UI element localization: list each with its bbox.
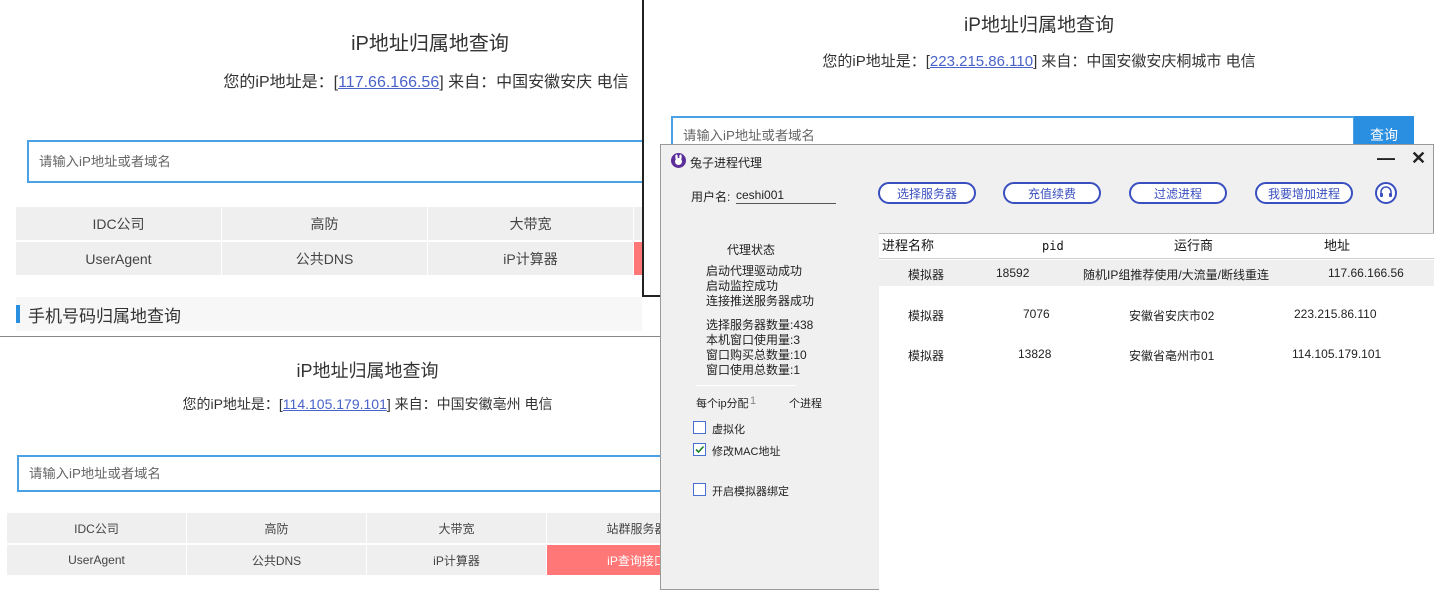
col-header-name: 进程名称 (882, 238, 935, 253)
section-accent-bar (16, 305, 20, 323)
select-server-button[interactable]: 选择服务器 (878, 182, 976, 204)
emulator-bind-checkbox[interactable] (693, 483, 706, 496)
ip-suffix: ] 来自：中国安徽安庆 电信 (439, 74, 629, 91)
status-list: 启动代理驱动成功 启动监控成功 连接推送服务器成功 (706, 264, 814, 309)
username-label: 用户名: (691, 190, 731, 204)
col-header-pid: pid (1042, 239, 1064, 253)
grid-item-useragent[interactable]: UserAgent (7, 545, 186, 575)
grid-item-hidden[interactable] (634, 207, 642, 240)
ip-prefix: 您的iP地址是：[ (822, 53, 930, 70)
grid-item-sitegroup[interactable]: 站群服务器 (547, 513, 662, 543)
title-bar[interactable]: 兔子进程代理 — ✕ (661, 145, 1433, 175)
per-ip-label: 每个ip分配 (696, 398, 749, 410)
page-title: iP地址归属地查询 (296, 361, 439, 381)
process-table: 进程名称 pid 运行商 地址 模拟器 18592 随机IP组推荐使用/大流量/… (879, 233, 1434, 592)
virtualize-checkbox[interactable] (693, 421, 706, 434)
search-box[interactable] (17, 455, 662, 492)
ip-info-line: 您的iP地址是：[117.66.166.56] 来自：中国安徽安庆 电信 (0, 68, 642, 92)
stat-line: 窗口使用总数量:1 (706, 363, 801, 377)
search-box[interactable] (27, 140, 642, 183)
col-header-address: 地址 (1324, 238, 1351, 253)
add-process-button[interactable]: 我要增加进程 (1255, 182, 1353, 204)
tools-grid: IDC公司 高防 大带宽 UserAgent 公共DNS iP计算器 (16, 207, 642, 275)
browser-window-1: iP地址归属地查询 您的iP地址是：[117.66.166.56] 来自：中国安… (0, 0, 642, 336)
section-title: 手机号码归属地查询 (28, 306, 181, 326)
browser-window-3: iP地址归属地查询 您的iP地址是：[114.105.179.101] 来自：中… (0, 336, 662, 590)
grid-item-bandwidth[interactable]: 大带宽 (428, 207, 633, 240)
table-cell: 随机IP组推荐使用/大流量/断线重连 (1083, 268, 1270, 282)
grid-item-dns[interactable]: 公共DNS (187, 545, 366, 575)
check-icon (695, 445, 705, 454)
table-cell: 223.215.86.110 (1294, 307, 1377, 321)
proxy-app-window: 兔子进程代理 — ✕ 用户名: ceshi001 选择服务器 充值续费 过滤进程… (660, 144, 1434, 592)
stats-list: 选择服务器数量:438 本机窗口使用量:3 窗口购买总数量:10 窗口使用总数量… (706, 318, 813, 378)
tools-grid: IDC公司 高防 大带宽 站群服务器 UserAgent 公共DNS iP计算器… (7, 513, 662, 575)
table-cell: 模拟器 (908, 268, 945, 282)
col-header-carrier: 运行商 (1174, 238, 1214, 253)
section-header: 手机号码归属地查询 (16, 297, 642, 331)
status-line: 启动代理驱动成功 (706, 264, 803, 278)
table-cell: 18592 (996, 266, 1030, 280)
ip-suffix: ] 来自：中国安徽亳州 电信 (386, 396, 553, 412)
stat-line: 选择服务器数量:438 (706, 318, 814, 332)
grid-item-ddos[interactable]: 高防 (187, 513, 366, 543)
ip-info-line: 您的iP地址是：[223.215.86.110] 来自：中国安徽安庆桐城市 电信 (644, 50, 1434, 71)
table-cell: 安徽省安庆市02 (1129, 309, 1215, 323)
filter-process-button[interactable]: 过滤进程 (1129, 182, 1227, 204)
ip-prefix: 您的iP地址是：[ (182, 396, 283, 412)
minimize-button[interactable]: — (1377, 148, 1395, 169)
rabbit-logo-icon (671, 153, 686, 168)
grid-item-bandwidth[interactable]: 大带宽 (367, 513, 546, 543)
mac-checkbox[interactable] (693, 443, 706, 456)
per-ip-input[interactable]: 1 (750, 395, 756, 407)
grid-item-ipapi[interactable] (634, 242, 642, 275)
ip-info-line: 您的iP地址是：[114.105.179.101] 来自：中国安徽亳州 电信 (0, 394, 662, 414)
grid-item-ipcalc[interactable]: iP计算器 (428, 242, 633, 275)
ip-link[interactable]: 223.215.86.110 (930, 53, 1033, 70)
status-heading: 代理状态 (727, 243, 776, 257)
grid-item-dns[interactable]: 公共DNS (222, 242, 427, 275)
page-title: iP地址归属地查询 (964, 15, 1114, 36)
per-ip-unit: 个进程 (789, 398, 822, 410)
grid-item-ipapi[interactable]: iP查询接口 (547, 545, 662, 575)
ip-prefix: 您的iP地址是：[ (223, 74, 339, 91)
search-input[interactable] (19, 457, 662, 490)
virtualize-label: 虚拟化 (712, 424, 745, 436)
table-cell: 13828 (1018, 347, 1052, 361)
table-cell: 7076 (1023, 307, 1050, 321)
table-cell: 模拟器 (908, 309, 945, 323)
stat-line: 本机窗口使用量:3 (706, 333, 801, 347)
table-cell: 模拟器 (908, 349, 945, 363)
mac-label: 修改MAC地址 (712, 446, 781, 458)
ip-link[interactable]: 114.105.179.101 (283, 396, 387, 412)
ip-suffix: ] 来自：中国安徽安庆桐城市 电信 (1033, 53, 1256, 70)
stat-line: 窗口购买总数量:10 (706, 348, 807, 362)
search-input[interactable] (29, 142, 642, 181)
table-cell: 安徽省亳州市01 (1129, 349, 1215, 363)
headset-icon[interactable] (1375, 182, 1397, 204)
grid-item-idc[interactable]: IDC公司 (7, 513, 186, 543)
grid-item-useragent[interactable]: UserAgent (16, 242, 221, 275)
recharge-button[interactable]: 充值续费 (1003, 182, 1101, 204)
status-line: 启动监控成功 (706, 279, 779, 293)
username-value: ceshi001 (736, 188, 836, 204)
table-cell: 114.105.179.101 (1292, 347, 1382, 361)
grid-item-ipcalc[interactable]: iP计算器 (367, 545, 546, 575)
close-button[interactable]: ✕ (1411, 148, 1426, 169)
ip-link[interactable]: 117.66.166.56 (338, 74, 439, 91)
emulator-bind-label: 开启模拟器绑定 (712, 486, 789, 498)
grid-item-idc[interactable]: IDC公司 (16, 207, 221, 240)
grid-item-ddos[interactable]: 高防 (222, 207, 427, 240)
table-cell: 117.66.166.56 (1328, 266, 1404, 280)
page-title: iP地址归属地查询 (351, 33, 509, 55)
window-title: 兔子进程代理 (690, 156, 763, 170)
status-line: 连接推送服务器成功 (706, 294, 815, 308)
